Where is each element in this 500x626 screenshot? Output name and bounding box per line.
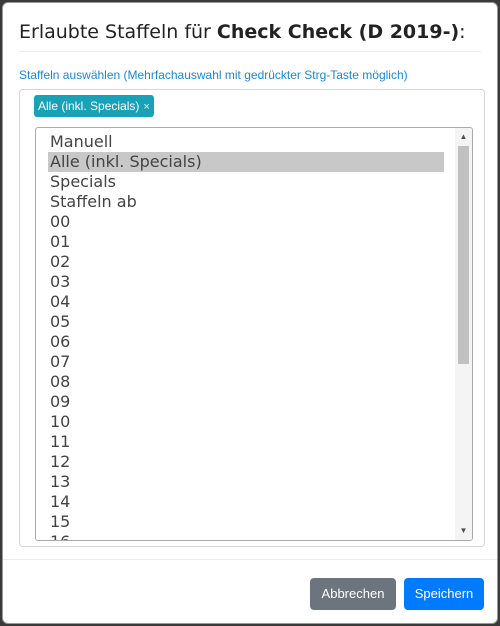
scroll-down-icon[interactable]: ▼ [455, 524, 472, 538]
option-list: Manuell Alle (inkl. Specials) Specials Staf… [48, 132, 444, 540]
cancel-button[interactable]: Abbrechen [310, 578, 396, 610]
season-option[interactable]: Staffeln ab [48, 192, 444, 212]
season-option[interactable]: 09 [48, 392, 444, 412]
scroll-thumb[interactable] [458, 146, 469, 364]
season-option[interactable]: 12 [48, 452, 444, 472]
selected-chip[interactable]: Alle (inkl. Specials) × [34, 95, 154, 117]
season-option[interactable]: 08 [48, 372, 444, 392]
season-option[interactable]: 06 [48, 332, 444, 352]
season-option[interactable]: Manuell [48, 132, 444, 152]
season-option[interactable]: 05 [48, 312, 444, 332]
season-option[interactable]: 07 [48, 352, 444, 372]
save-button[interactable]: Speichern [404, 578, 484, 610]
listbox-scrollbar[interactable]: ▲ ▼ [455, 128, 472, 540]
season-option[interactable]: 01 [48, 232, 444, 252]
title-show-name: Check Check (D 2019-) [216, 21, 460, 43]
season-option[interactable]: 02 [48, 252, 444, 272]
chip-label: Alle (inkl. Specials) [38, 99, 140, 113]
title-suffix: : [459, 21, 466, 43]
header-divider [19, 51, 481, 52]
season-select-label: Staffeln auswählen (Mehrfachauswahl mit … [19, 68, 408, 82]
dialog-header: Erlaubte Staffeln für Check Check (D 201… [3, 3, 497, 59]
season-option[interactable]: 13 [48, 472, 444, 492]
scroll-up-icon[interactable]: ▲ [455, 130, 472, 144]
season-option[interactable]: Alle (inkl. Specials) [48, 152, 444, 172]
chip-remove-icon[interactable]: × [143, 101, 149, 113]
season-listbox[interactable]: Manuell Alle (inkl. Specials) Specials Staf… [35, 127, 473, 541]
season-option[interactable]: 10 [48, 412, 444, 432]
season-option[interactable]: 03 [48, 272, 444, 292]
season-option[interactable]: 15 [48, 512, 444, 532]
season-dialog: Erlaubte Staffeln für Check Check (D 201… [2, 2, 498, 624]
dialog-title: Erlaubte Staffeln für Check Check (D 201… [19, 21, 466, 43]
season-multiselect[interactable]: Alle (inkl. Specials) × Manuell Alle (inkl… [19, 89, 485, 547]
season-option[interactable]: 11 [48, 432, 444, 452]
season-option[interactable]: 00 [48, 212, 444, 232]
footer-divider [3, 559, 497, 560]
season-option[interactable]: 14 [48, 492, 444, 512]
title-prefix: Erlaubte Staffeln für [19, 21, 217, 43]
season-option[interactable]: 04 [48, 292, 444, 312]
season-option[interactable]: Specials [48, 172, 444, 192]
season-option[interactable]: 16 [48, 532, 444, 540]
